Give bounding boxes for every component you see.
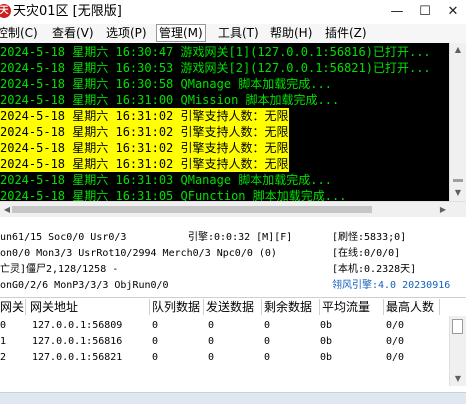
log-line: 2024-5-18 星期六 16:31:05 QFunction 脚本加载完成.… (0, 189, 347, 201)
cell-send: 0 (208, 336, 215, 347)
cell-max-players: 0/0 (386, 352, 405, 363)
column-header-send-data[interactable]: 发送数据 (204, 299, 262, 315)
cell-traffic: 0b (320, 352, 333, 363)
status-engine-version: 翎风引擎:4.0 20230916 (332, 280, 451, 291)
cell-send: 0 (208, 352, 215, 363)
column-header-gateway-address[interactable]: 网关地址 (28, 299, 150, 315)
cell-max-players: 0/0 (386, 320, 405, 331)
column-header-gateway[interactable]: 网关 (0, 299, 26, 315)
log-line: 2024-5-18 星期六 16:31:00 QMission 脚本加载完成..… (0, 93, 340, 107)
column-header-average-traffic[interactable]: 平均流量 (320, 299, 384, 315)
column-header-remaining-data[interactable]: 剩余数据 (262, 299, 320, 315)
menu-control[interactable]: 控制(C) (0, 25, 40, 41)
status-process-counters: onG0/2/6 MonP3/3/3 ObjRun0/0 (0, 280, 169, 291)
app-icon: 天 (0, 4, 11, 18)
menu-plugins[interactable]: 插件(Z) (323, 25, 369, 41)
log-line: 2024-5-18 星期六 16:30:58 QManage 脚本加载完成... (0, 77, 332, 91)
maximize-button[interactable]: ☐ (412, 0, 438, 24)
log-line: 2024-5-18 星期六 16:31:03 QManage 脚本加载完成... (0, 173, 332, 187)
log-line-highlighted: 2024-5-18 星期六 16:31:02 引擎支持人数：无限 (0, 124, 289, 140)
cell-gateway: 0 (0, 320, 7, 331)
title-bar: 天 天灾01区 [无限版] — ☐ ✕ (0, 0, 466, 25)
log-hscroll-thumb[interactable] (12, 206, 372, 213)
log-console: 2024-5-18 星期六 16:30:47 游戏网关[1](127.0.0.1… (0, 43, 449, 201)
table-vertical-scrollbar[interactable]: ▼ (449, 316, 466, 386)
column-header-queue-data[interactable]: 队列数据 (150, 299, 204, 315)
status-run-counters: un61/15 Soc0/0 Usr0/3 (0, 232, 127, 243)
close-button[interactable]: ✕ (440, 0, 466, 24)
scroll-down-arrow-icon[interactable]: ▼ (450, 186, 466, 200)
cell-gateway: 1 (0, 336, 7, 347)
status-monster-refresh: [刷怪:5833;0] (332, 232, 407, 243)
cell-gateway: 2 (0, 352, 7, 363)
log-line: 2024-5-18 星期六 16:30:53 游戏网关[2](127.0.0.1… (0, 61, 431, 75)
menu-help[interactable]: 帮助(H) (268, 25, 314, 41)
cell-address: 127.0.0.1:56809 (32, 320, 123, 331)
table-scroll-thumb[interactable] (452, 319, 463, 334)
status-panel: un61/15 Soc0/0 Usr0/3 引擎:0:0:32 [M][F] [… (0, 217, 466, 297)
status-bar (0, 392, 466, 404)
cell-queue: 0 (152, 336, 159, 347)
menu-options[interactable]: 选项(P) (104, 25, 149, 41)
cell-traffic: 0b (320, 336, 333, 347)
scroll-right-arrow-icon[interactable]: ▶ (436, 202, 450, 218)
status-online-count: [在线:0/0/0] (332, 248, 401, 259)
log-line-highlighted: 2024-5-18 星期六 16:31:02 引擎支持人数：无限 (0, 140, 289, 156)
status-uptime: [本机:0.2328天] (332, 264, 417, 275)
menu-manage[interactable]: 管理(M) (156, 24, 206, 42)
cell-send: 0 (208, 320, 215, 331)
log-scroll-thumb[interactable] (453, 179, 463, 182)
status-map-info: 亡灵]僵尸2,128/1258 - (0, 264, 119, 275)
gateway-table: 网关 网关地址 队列数据 发送数据 剩余数据 平均流量 最高人数 0 127.0… (0, 297, 466, 404)
status-engine-time: 引擎:0:0:32 [M][F] (188, 232, 293, 243)
cell-traffic: 0b (320, 320, 333, 331)
log-vertical-scrollbar[interactable]: ▲ ▼ (449, 43, 466, 201)
cell-remaining: 0 (264, 320, 271, 331)
log-line-highlighted: 2024-5-18 星期六 16:31:02 引擎支持人数：无限 (0, 156, 289, 172)
column-header-max-players[interactable]: 最高人数 (384, 299, 440, 315)
log-line: 2024-5-18 星期六 16:30:47 游戏网关[1](127.0.0.1… (0, 45, 431, 59)
menu-tools[interactable]: 工具(T) (216, 25, 261, 41)
cell-queue: 0 (152, 352, 159, 363)
cell-remaining: 0 (264, 352, 271, 363)
scroll-up-arrow-icon[interactable]: ▲ (450, 43, 466, 57)
cell-max-players: 0/0 (386, 336, 405, 347)
status-object-counters: on0/0 Mon3/3 UsrRot10/2994 Merch0/3 Npc0… (0, 248, 277, 259)
cell-remaining: 0 (264, 336, 271, 347)
log-line-highlighted: 2024-5-18 星期六 16:31:02 引擎支持人数：无限 (0, 108, 289, 124)
menu-bar: 控制(C) 查看(V) 选项(P) 管理(M) 工具(T) 帮助(H) 插件(Z… (0, 24, 466, 44)
cell-address: 127.0.0.1:56816 (32, 336, 123, 347)
menu-view[interactable]: 查看(V) (50, 25, 96, 41)
window-title: 天灾01区 [无限版] (13, 4, 122, 19)
log-horizontal-scrollbar[interactable]: ◀ ▶ (0, 201, 466, 218)
cell-address: 127.0.0.1:56821 (32, 352, 123, 363)
scroll-down-arrow-icon[interactable]: ▼ (450, 372, 466, 386)
cell-queue: 0 (152, 320, 159, 331)
minimize-button[interactable]: — (384, 0, 410, 24)
